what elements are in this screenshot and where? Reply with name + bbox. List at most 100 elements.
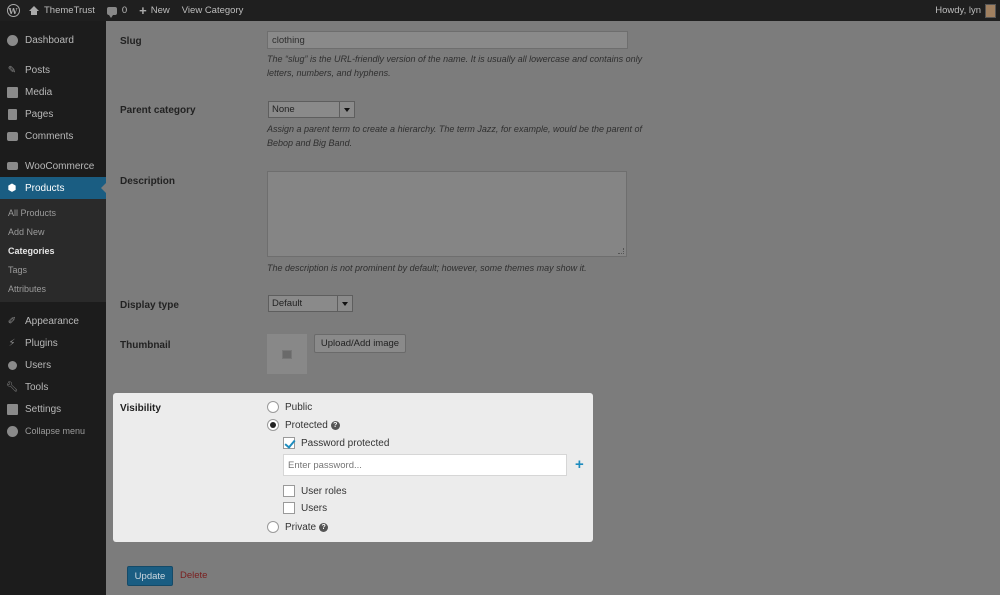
parent-category-label: Parent category [120,105,196,116]
users-icon [6,359,18,371]
sidebar-item-label: Tools [25,381,49,393]
display-type-label: Display type [120,300,179,311]
image-placeholder-icon [282,349,292,359]
sidebar-item-label: Settings [25,403,62,415]
submenu-item-add-new[interactable]: Add New [0,222,106,241]
private-radio[interactable] [267,521,279,533]
wrench-icon: 🔧︎ [5,381,19,393]
comments-count: 0 [121,5,128,16]
sidebar-item-users[interactable]: Users [0,354,106,376]
brush-icon: ✐ [7,315,17,327]
media-icon [6,86,18,98]
main-content: Slug clothing The “slug” is the URL-frie… [106,21,1000,595]
sidebar-item-label: Dashboard [25,34,74,46]
sidebar-item-pages[interactable]: Pages [0,103,106,125]
sidebar-item-label: Users [25,359,52,371]
users-label: Users [301,503,328,514]
protected-radio[interactable] [267,419,279,431]
display-type-select[interactable]: Default [268,295,353,312]
pages-icon [6,108,18,120]
visibility-panel: Visibility Public Protected? Password pr… [113,393,593,542]
visibility-label: Visibility [120,403,161,414]
plus-icon: + [139,3,147,18]
resize-grip-icon[interactable] [618,248,624,254]
add-plus-icon[interactable]: + [575,457,584,472]
submenu-item-categories[interactable]: Categories [0,241,106,260]
admin-sidebar: Dashboard ✎ Posts Media Pages Comments W… [0,21,106,595]
sidebar-item-dashboard[interactable]: Dashboard [0,29,106,51]
sidebar-item-label: Products [25,182,65,194]
chevron-down-icon [339,102,354,117]
sidebar-item-posts[interactable]: ✎ Posts [0,59,106,81]
sidebar-item-label: Comments [25,130,74,142]
upload-image-button[interactable]: Upload/Add image [314,334,406,353]
sidebar-item-tools[interactable]: 🔧︎ Tools [0,376,106,398]
public-label: Public [285,402,313,413]
parent-category-description: Assign a parent term to create a hierarc… [267,124,643,148]
update-button[interactable]: Update [127,566,173,586]
help-icon[interactable]: ? [319,522,329,532]
collapse-icon [6,425,18,437]
thumbnail-preview [267,334,307,374]
user-roles-label: User roles [301,486,347,497]
new-content-link[interactable]: + New [133,0,176,21]
sidebar-item-appearance[interactable]: ✐ Appearance [0,310,106,332]
sidebar-item-comments[interactable]: Comments [0,125,106,147]
wordpress-logo-icon[interactable]: W [3,1,23,21]
sidebar-item-label: Posts [25,64,51,76]
password-protected-label: Password protected [301,438,390,449]
admin-bar: W ThemeTrust 0 + New View Category Howdy… [0,0,1000,21]
help-icon[interactable]: ? [330,420,340,430]
private-label: Private? [285,522,329,533]
description-textarea[interactable] [267,171,627,257]
description-label: Description [120,176,176,187]
dashboard-icon [6,34,18,46]
comment-bubble-icon [106,6,117,18]
products-submenu: All Products Add New Categories Tags Att… [0,199,106,302]
submenu-item-tags[interactable]: Tags [0,260,106,279]
chevron-down-icon [337,296,352,311]
view-category-link[interactable]: View Category [176,0,250,21]
user-roles-checkbox[interactable] [283,485,295,497]
submenu-item-all-products[interactable]: All Products [0,203,106,222]
password-protected-checkbox[interactable] [283,437,295,449]
sidebar-item-collapse-menu[interactable]: Collapse menu [0,420,106,442]
sidebar-item-media[interactable]: Media [0,81,106,103]
pin-icon: ✎ [7,64,17,76]
howdy-label: Howdy, lyn [935,5,981,16]
users-checkbox[interactable] [283,502,295,514]
sidebar-item-label: Appearance [25,315,79,327]
site-name-link[interactable]: ThemeTrust [23,0,101,21]
private-text: Private [285,522,317,533]
settings-icon [6,403,18,415]
parent-category-select[interactable]: None [268,101,355,118]
new-label: New [150,5,170,16]
slug-description: The “slug” is the URL-friendly version o… [267,54,643,78]
sidebar-item-label: Media [25,86,53,98]
sidebar-item-label: Collapse menu [25,426,86,436]
sidebar-item-plugins[interactable]: ⚡ Plugins [0,332,106,354]
sidebar-item-settings[interactable]: Settings [0,398,106,420]
sidebar-item-label: Pages [25,108,54,120]
display-type-value: Default [272,298,303,309]
sidebar-item-label: Plugins [25,337,58,349]
plugin-icon: ⚡ [8,337,16,349]
public-radio[interactable] [267,401,279,413]
products-icon: ⬢ [7,182,17,194]
avatar [985,3,996,18]
home-icon [29,6,39,15]
protected-label: Protected? [285,420,340,431]
submenu-item-attributes[interactable]: Attributes [0,279,106,298]
comments-link[interactable]: 0 [101,0,133,21]
password-input[interactable] [283,454,567,476]
account-menu[interactable]: Howdy, lyn [929,0,1000,21]
slug-label: Slug [120,36,142,47]
comments-icon [6,130,18,142]
sidebar-item-products[interactable]: ⬢ Products [0,177,106,199]
sidebar-item-label: WooCommerce [25,160,95,172]
delete-link[interactable]: Delete [180,570,207,581]
woocommerce-icon [6,160,18,172]
description-help: The description is not prominent by defa… [267,263,587,273]
sidebar-item-woocommerce[interactable]: WooCommerce [0,155,106,177]
slug-input[interactable]: clothing [267,31,628,49]
